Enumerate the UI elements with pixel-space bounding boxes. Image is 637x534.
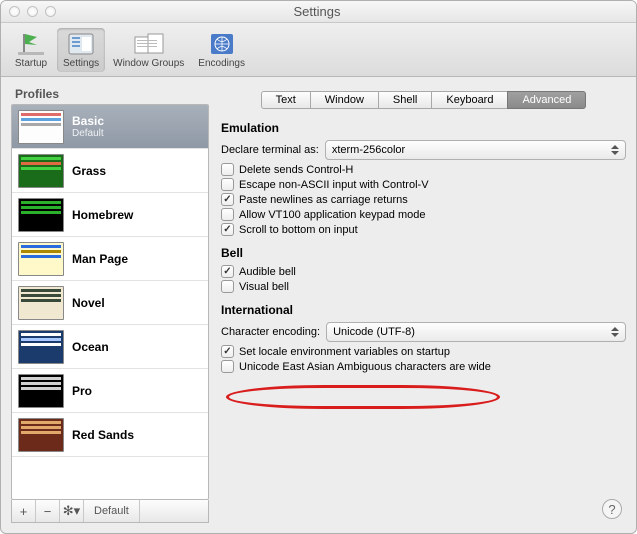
tab-window[interactable]: Window [310, 91, 378, 109]
encoding-label: Character encoding: [221, 326, 320, 338]
profile-item-red-sands[interactable]: Red Sands [12, 413, 208, 457]
profile-item-novel[interactable]: Novel [12, 281, 208, 325]
profile-name: Pro [72, 384, 92, 398]
checkbox-visual-bell[interactable] [221, 280, 234, 293]
profile-swatch [18, 286, 64, 320]
toolbar: Startup Settings Window Groups Encodings [1, 23, 636, 77]
toolbar-settings[interactable]: Settings [57, 28, 105, 72]
profile-swatch [18, 374, 64, 408]
toolbar-window-groups[interactable]: Window Groups [107, 28, 190, 72]
sidebar-footer: + − ✻▾ Default [11, 500, 209, 523]
zoom-button[interactable] [45, 6, 56, 17]
bell-header: Bell [221, 246, 626, 260]
tab-advanced[interactable]: Advanced [507, 91, 586, 109]
profile-swatch [18, 198, 64, 232]
label-delete-ctrl-h: Delete sends Control-H [239, 164, 353, 176]
traffic-lights [9, 6, 56, 17]
label-audible-bell: Audible bell [239, 266, 296, 278]
titlebar: Settings [1, 1, 636, 23]
profile-item-pro[interactable]: Pro [12, 369, 208, 413]
help-button[interactable]: ? [602, 499, 622, 519]
toolbar-encodings[interactable]: Encodings [192, 28, 251, 72]
tab-text[interactable]: Text [261, 91, 310, 109]
profile-subtitle: Default [72, 128, 104, 139]
window-groups-icon [133, 31, 165, 57]
profile-swatch [18, 242, 64, 276]
profile-name: Grass [72, 164, 106, 178]
declare-terminal-select[interactable]: xterm-256color [325, 140, 626, 160]
tab-shell[interactable]: Shell [378, 91, 431, 109]
tabs: Text Window Shell Keyboard Advanced [221, 91, 626, 109]
flag-icon [15, 31, 47, 57]
profile-swatch [18, 110, 64, 144]
label-visual-bell: Visual bell [239, 281, 289, 293]
window-title: Settings [56, 4, 578, 19]
minimize-button[interactable] [27, 6, 38, 17]
checkbox-scroll-bottom[interactable] [221, 223, 234, 236]
profile-item-ocean[interactable]: Ocean [12, 325, 208, 369]
label-east-asian: Unicode East Asian Ambiguous characters … [239, 361, 491, 373]
gear-menu-button[interactable]: ✻▾ [60, 500, 84, 522]
add-profile-button[interactable]: + [12, 500, 36, 522]
checkbox-paste-newlines[interactable] [221, 193, 234, 206]
profile-swatch [18, 154, 64, 188]
profile-list[interactable]: BasicDefault Grass Homebrew Man Page Novel Oc… [11, 104, 209, 500]
profile-item-homebrew[interactable]: Homebrew [12, 193, 208, 237]
label-escape-nonascii: Escape non-ASCII input with Control-V [239, 179, 429, 191]
profiles-header: Profiles [11, 87, 209, 101]
default-button[interactable]: Default [84, 500, 140, 522]
checkbox-vt100-keypad[interactable] [221, 208, 234, 221]
close-button[interactable] [9, 6, 20, 17]
checkbox-audible-bell[interactable] [221, 265, 234, 278]
label-vt100-keypad: Allow VT100 application keypad mode [239, 209, 426, 221]
settings-window: Settings Startup Settings Window Groups [0, 0, 637, 534]
sidebar: Profiles BasicDefaultGrassHomebrewMan Pa… [11, 87, 209, 523]
emulation-header: Emulation [221, 121, 626, 135]
international-header: International [221, 303, 626, 317]
profile-swatch [18, 330, 64, 364]
profile-name: Red Sands [72, 428, 134, 442]
checkbox-east-asian[interactable] [221, 360, 234, 373]
profile-swatch [18, 418, 64, 452]
settings-icon [65, 31, 97, 57]
main-panel: Text Window Shell Keyboard Advanced Emul… [221, 87, 626, 523]
globe-icon [206, 31, 238, 57]
profile-item-basic[interactable]: BasicDefault [12, 105, 208, 149]
label-set-locale: Set locale environment variables on star… [239, 346, 450, 358]
profile-name: Basic [72, 114, 104, 128]
tab-keyboard[interactable]: Keyboard [431, 91, 507, 109]
remove-profile-button[interactable]: − [36, 500, 60, 522]
profile-name: Homebrew [72, 208, 133, 222]
encoding-select[interactable]: Unicode (UTF-8) [326, 322, 626, 342]
profile-name: Man Page [72, 252, 128, 266]
checkbox-escape-nonascii[interactable] [221, 178, 234, 191]
label-scroll-bottom: Scroll to bottom on input [239, 224, 358, 236]
declare-terminal-label: Declare terminal as: [221, 144, 319, 156]
profile-item-man-page[interactable]: Man Page [12, 237, 208, 281]
profile-name: Novel [72, 296, 105, 310]
profile-item-grass[interactable]: Grass [12, 149, 208, 193]
label-paste-newlines: Paste newlines as carriage returns [239, 194, 408, 206]
checkbox-set-locale[interactable] [221, 345, 234, 358]
profile-name: Ocean [72, 340, 109, 354]
checkbox-delete-ctrl-h[interactable] [221, 163, 234, 176]
toolbar-startup[interactable]: Startup [7, 28, 55, 72]
